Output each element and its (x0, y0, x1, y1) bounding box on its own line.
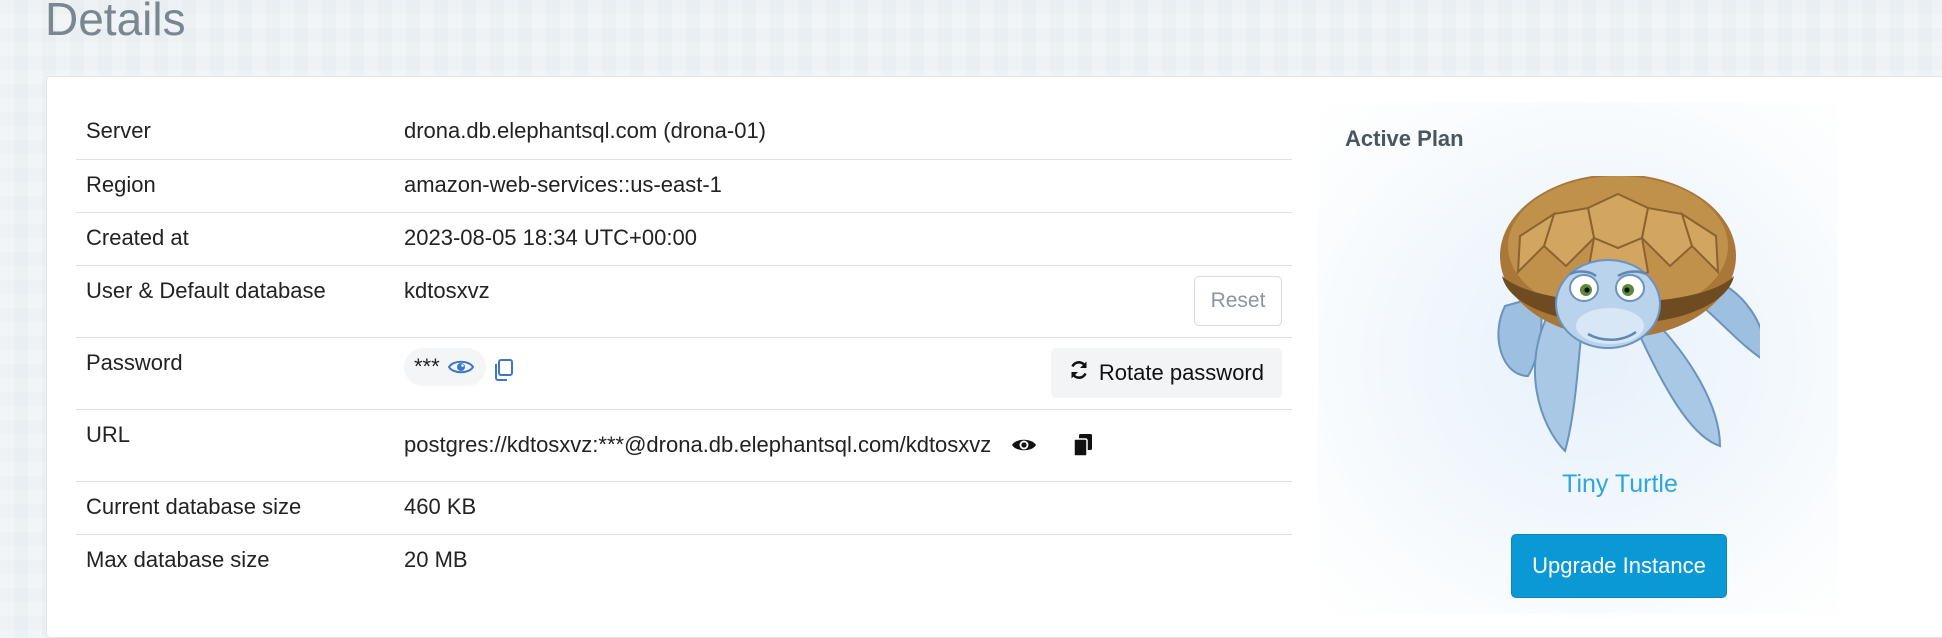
table-row-user: User & Default database kdtosxvz Reset (76, 265, 1292, 338)
user-label: User & Default database (86, 277, 326, 303)
eye-icon[interactable] (1011, 436, 1037, 454)
server-value: drona.db.elephantsql.com (drona-01) (404, 118, 767, 143)
plan-name: Tiny Turtle (1562, 470, 1678, 498)
copy-icon[interactable] (492, 358, 514, 382)
password-label: Password (86, 349, 183, 375)
copy-icon[interactable] (1073, 433, 1093, 457)
url-label: URL (86, 421, 131, 447)
eye-icon[interactable] (447, 358, 474, 376)
reset-button[interactable]: Reset (1194, 275, 1282, 326)
created-label: Created at (86, 224, 189, 250)
max-size-label: Max database size (86, 546, 270, 572)
table-row-url: URL postgres://kdtosxvz:***@drona.db.ele… (76, 409, 1292, 482)
region-label: Region (86, 171, 156, 197)
refresh-icon (1069, 360, 1089, 386)
table-row-created: Created at 2023-08-05 18:34 UTC+00:00 (76, 212, 1292, 266)
table-row-max-size: Max database size 20 MB (76, 534, 1292, 587)
password-field: *** (404, 347, 486, 386)
max-size-value: 20 MB (404, 546, 468, 572)
server-label: Server (86, 118, 151, 143)
region-value: amazon-web-services::us-east-1 (404, 171, 722, 197)
current-size-value: 460 KB (404, 493, 477, 519)
rotate-password-label: Rotate password (1098, 359, 1264, 385)
current-size-label: Current database size (86, 493, 302, 519)
rotate-password-button[interactable]: Rotate password (1050, 347, 1282, 398)
table-row-region: Region amazon-web-services::us-east-1 (76, 159, 1292, 213)
password-value: *** (414, 353, 440, 379)
turtle-illustration (1480, 174, 1767, 461)
page-title: Details (45, 0, 186, 45)
active-plan-heading: Active Plan (1345, 126, 1464, 151)
user-value: kdtosxvz (404, 277, 490, 303)
details-table: Server drona.db.elephantsql.com (drona-0… (76, 106, 1292, 587)
url-value: postgres://kdtosxvz:***@drona.db.elephan… (404, 431, 992, 457)
table-row-current-size: Current database size 460 KB (76, 481, 1292, 535)
table-row-server: Server drona.db.elephantsql.com (drona-0… (76, 106, 1292, 160)
upgrade-instance-button[interactable]: Upgrade Instance (1511, 534, 1727, 598)
table-row-password: Password *** Rotate password (76, 337, 1292, 410)
created-value: 2023-08-05 18:34 UTC+00:00 (404, 224, 697, 250)
